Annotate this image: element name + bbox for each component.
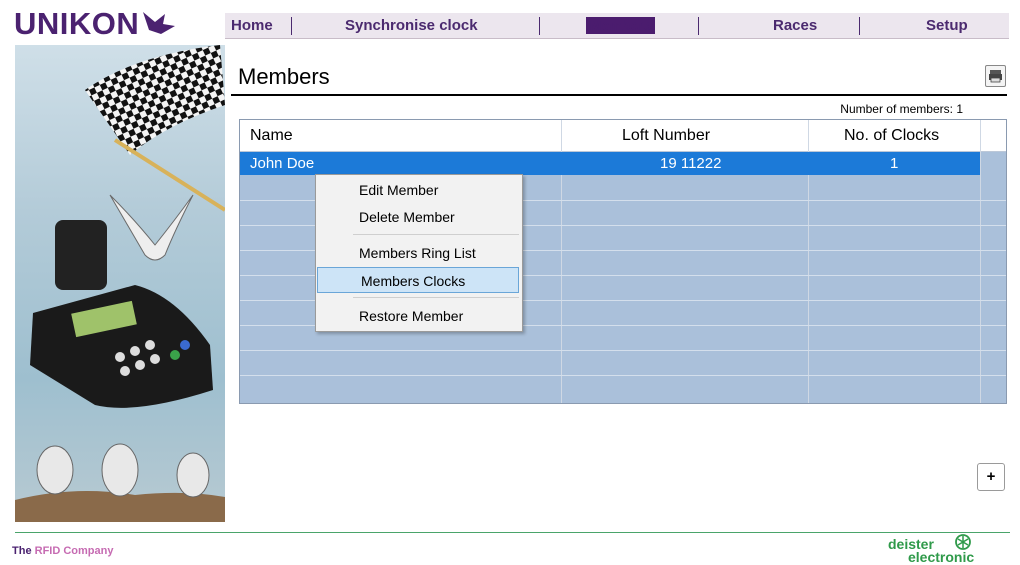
- main-nav: Home Synchronise clock Members Races Set…: [225, 13, 1009, 39]
- nav-divider: [539, 17, 540, 35]
- row-divider: [240, 350, 1006, 351]
- maker-line2: electronic: [908, 549, 975, 565]
- add-member-button[interactable]: +: [977, 463, 1005, 491]
- page-title: Members: [238, 64, 330, 89]
- nav-divider: [291, 17, 292, 35]
- print-button[interactable]: [985, 65, 1006, 87]
- tagline-the: The: [12, 545, 32, 557]
- rfid-antenna: [55, 220, 107, 290]
- table-header: Name Loft Number No. of Clocks: [240, 120, 1006, 152]
- menu-members-ring-list[interactable]: Members Ring List: [316, 240, 522, 266]
- flag-pole: [113, 138, 225, 212]
- menu-restore-member[interactable]: Restore Member: [316, 303, 522, 329]
- member-count: Number of members: 1: [840, 102, 963, 116]
- bird-logo-icon: [143, 12, 175, 34]
- cell-loft-number: 19 11222: [660, 155, 722, 172]
- title-divider: [231, 94, 1007, 96]
- nav-members[interactable]: Members: [586, 17, 656, 34]
- table-row[interactable]: John Doe 19 11222 1: [240, 152, 980, 175]
- nav-sync-clock[interactable]: Synchronise clock: [345, 13, 478, 38]
- menu-members-clocks[interactable]: Members Clocks: [317, 267, 519, 293]
- menu-delete-member[interactable]: Delete Member: [316, 204, 522, 230]
- menu-separator: [353, 234, 519, 235]
- nav-races[interactable]: Races: [773, 13, 817, 38]
- nav-divider: [859, 17, 860, 35]
- checkered-flag: [85, 45, 225, 155]
- column-header-clocks[interactable]: No. of Clocks: [844, 120, 939, 151]
- column-header-name[interactable]: Name: [250, 120, 293, 151]
- column-divider: [980, 120, 981, 403]
- pigeon-flying: [109, 194, 194, 261]
- cell-name: John Doe: [250, 155, 315, 172]
- company-tagline: The RFID Company: [12, 545, 113, 557]
- menu-separator: [353, 297, 519, 298]
- menu-edit-member[interactable]: Edit Member: [316, 177, 522, 203]
- tagline-rest: RFID Company: [34, 545, 114, 557]
- row-divider: [240, 375, 1006, 376]
- nav-setup[interactable]: Setup: [926, 13, 968, 38]
- column-header-loft-number[interactable]: Loft Number: [622, 120, 710, 151]
- cell-clocks: 1: [890, 155, 899, 172]
- printer-icon: [989, 70, 1002, 83]
- hero-illustration: [15, 45, 225, 522]
- footer-divider: [15, 532, 1010, 533]
- context-menu: Edit Member Delete Member Members Ring L…: [315, 174, 523, 332]
- nav-home[interactable]: Home: [231, 13, 273, 38]
- nav-divider: [698, 17, 699, 35]
- maker-logo: deister electronic: [888, 533, 988, 565]
- app-logo: UNIKON: [14, 6, 140, 41]
